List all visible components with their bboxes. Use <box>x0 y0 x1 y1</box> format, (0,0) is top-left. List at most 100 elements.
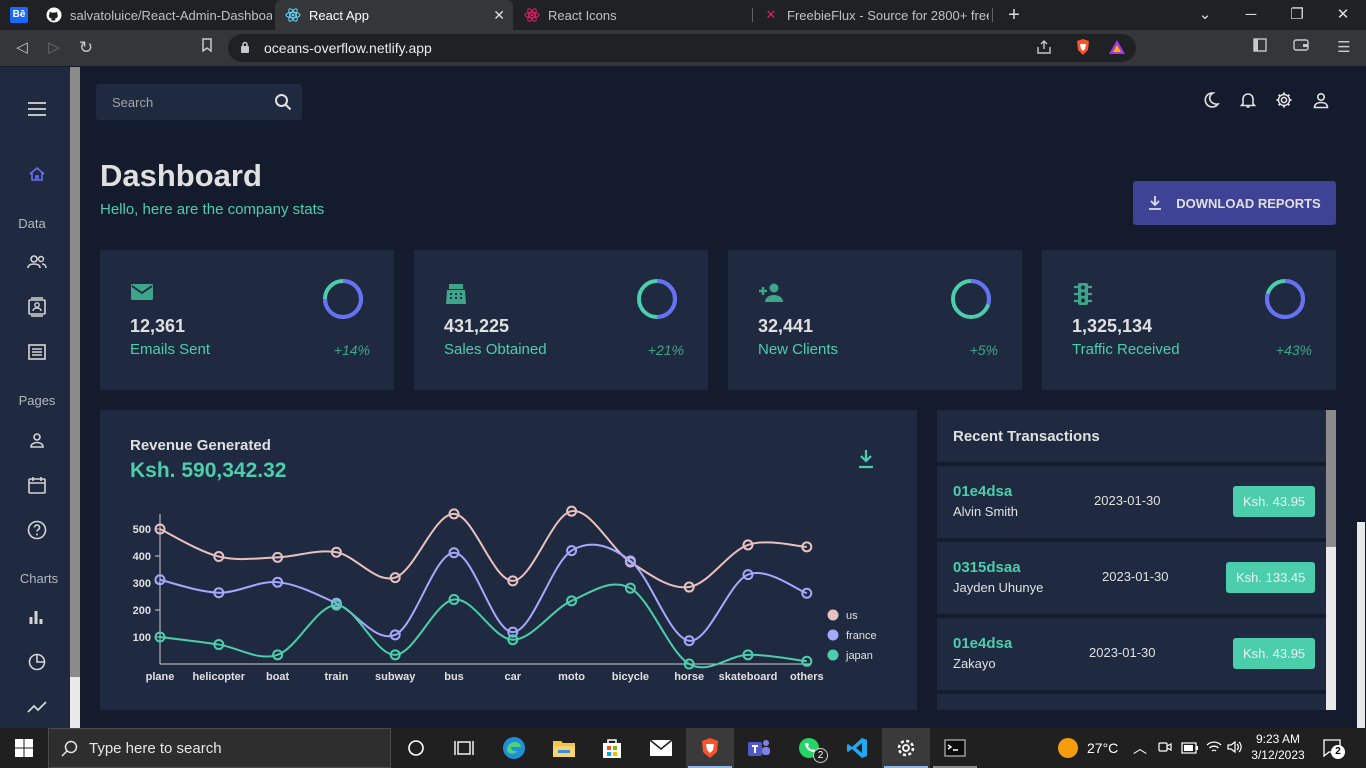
sidebar-scrollbar[interactable] <box>70 67 80 730</box>
transaction-date: 2023-01-30 <box>1094 493 1161 508</box>
x-tick-label: bus <box>444 671 464 683</box>
contacts-icon[interactable] <box>25 295 49 319</box>
minimize-icon[interactable]: ─ <box>1240 4 1262 26</box>
user-icon[interactable] <box>1312 91 1334 113</box>
whatsapp-icon[interactable]: 2 <box>785 728 833 768</box>
transaction-row <box>937 694 1326 710</box>
transaction-row: 01e4dsa Alvin Smith 2023-01-30 Ksh. 43.9… <box>937 466 1326 538</box>
invoices-icon[interactable] <box>25 340 49 364</box>
settings-icon[interactable] <box>1275 91 1297 113</box>
brave-shield-icon[interactable] <box>1075 38 1091 61</box>
mail-icon[interactable] <box>637 728 685 768</box>
notification-center-icon[interactable]: 2 <box>1323 738 1345 763</box>
progress-ring <box>323 279 363 319</box>
windows-start-icon[interactable] <box>0 728 48 768</box>
meet-now-icon[interactable] <box>1158 740 1172 759</box>
calendar-icon[interactable] <box>25 473 49 497</box>
lock-icon <box>240 41 250 59</box>
weather-icon[interactable] <box>1058 738 1078 758</box>
stat-value: 431,225 <box>444 316 510 336</box>
line-chart-icon[interactable] <box>25 695 49 719</box>
x-tick-label: moto <box>558 671 585 683</box>
settings-gear-icon[interactable] <box>882 728 930 768</box>
wallet-icon[interactable] <box>1290 37 1312 59</box>
traffic-icon <box>1072 282 1098 308</box>
cortana-icon[interactable] <box>392 728 440 768</box>
notifications-icon[interactable] <box>1239 91 1261 113</box>
x-tick-label: boat <box>266 671 290 683</box>
taskbar-search[interactable]: Type here to search <box>48 728 391 768</box>
close-tab-icon[interactable]: ✕ <box>493 7 505 24</box>
clock-date: 3/12/2023 <box>1251 748 1305 762</box>
wifi-icon[interactable] <box>1206 740 1222 759</box>
tab-react-icons[interactable]: React Icons <box>514 0 752 30</box>
legend-symbol-france <box>827 629 839 641</box>
restore-icon[interactable]: ❐ <box>1286 4 1308 26</box>
sidebar-scrollbar-thumb[interactable] <box>70 677 80 730</box>
behance-icon[interactable]: Bē <box>10 7 28 23</box>
close-window-icon[interactable]: ✕ <box>1332 4 1354 26</box>
transaction-id: 01e4dsa <box>953 483 1013 500</box>
tab-search-icon[interactable]: ⌄ <box>1194 4 1216 26</box>
page-title: Dashboard <box>100 158 262 193</box>
file-explorer-icon[interactable] <box>540 728 588 768</box>
edge-icon[interactable] <box>490 728 538 768</box>
microsoft-store-icon[interactable] <box>588 728 636 768</box>
new-tab-icon[interactable]: + <box>1003 4 1025 26</box>
transactions-scrollbar-thumb[interactable] <box>1326 547 1336 710</box>
back-icon[interactable]: ◁ <box>11 37 33 59</box>
menu-icon[interactable]: ☰ <box>1333 37 1355 59</box>
legend-label-us: us <box>846 610 858 622</box>
sidebar: Data Pages Charts <box>0 67 70 730</box>
progress-arc <box>656 279 677 319</box>
team-icon[interactable] <box>25 250 49 274</box>
taskbar-clock[interactable]: 9:23 AM 3/12/2023 <box>1243 731 1313 763</box>
download-reports-button[interactable]: DOWNLOAD REPORTS <box>1133 181 1336 225</box>
profile-icon[interactable] <box>25 428 49 452</box>
y-tick-label: 100 <box>133 632 151 644</box>
dark-mode-icon[interactable] <box>1202 91 1224 113</box>
stat-card-emails: 12,361 Emails Sent +14% <box>100 250 394 390</box>
tab-github[interactable]: salvatoluice/React-Admin-Dashboard <box>36 0 272 30</box>
tab-freebieflux[interactable]: ✕ FreebieFlux - Source for 2800+ freebie <box>753 0 989 30</box>
stat-increase: +14% <box>333 342 370 358</box>
help-icon[interactable] <box>25 518 49 542</box>
brave-rewards-icon[interactable] <box>1108 39 1126 60</box>
brave-browser-icon[interactable] <box>686 728 734 768</box>
y-tick-label: 300 <box>133 578 151 590</box>
github-icon <box>46 7 62 23</box>
x-tick-label: train <box>324 671 348 683</box>
tray-chevron-icon[interactable]: ︿ <box>1133 738 1147 758</box>
terminal-icon[interactable] <box>931 728 979 768</box>
browser-tab-bar: Bē salvatoluice/React-Admin-Dashboard Re… <box>0 0 1366 30</box>
battery-icon[interactable] <box>1181 741 1199 759</box>
pie-chart-icon[interactable] <box>25 650 49 674</box>
x-tick-label: bicycle <box>612 671 649 683</box>
sidebar-toggle-icon[interactable] <box>1249 37 1271 59</box>
tab-react-app[interactable]: React App ✕ <box>275 0 513 30</box>
stat-card-sales: 431,225 Sales Obtained +21% <box>414 250 708 390</box>
teams-icon[interactable] <box>735 728 783 768</box>
home-icon[interactable] <box>25 162 49 186</box>
bar-chart-icon[interactable] <box>25 605 49 629</box>
bookmark-icon[interactable] <box>196 37 218 59</box>
transaction-cost-badge: Ksh. 43.95 <box>1233 486 1316 517</box>
progress-ring <box>637 279 677 319</box>
address-bar[interactable]: oceans-overflow.netlify.app <box>228 34 1136 62</box>
reload-icon[interactable]: ↻ <box>75 37 97 59</box>
vscode-icon[interactable] <box>833 728 881 768</box>
search-input[interactable] <box>96 84 266 120</box>
transaction-cost-badge: Ksh. 43.95 <box>1233 638 1316 669</box>
sidebar-section-charts: Charts <box>19 571 59 586</box>
search-icon[interactable] <box>274 93 292 116</box>
hamburger-menu-icon[interactable] <box>25 97 49 121</box>
share-icon[interactable] <box>1036 39 1053 60</box>
forward-icon[interactable]: ▷ <box>43 37 65 59</box>
page-scrollbar-thumb[interactable] <box>1357 522 1365 730</box>
volume-icon[interactable] <box>1227 740 1243 759</box>
legend-symbol-us <box>827 609 839 621</box>
weather-temperature[interactable]: 27°C <box>1087 740 1118 756</box>
task-view-icon[interactable] <box>440 728 488 768</box>
x-tick-label: car <box>505 671 522 683</box>
transaction-id: 01e4dsa <box>953 635 1013 652</box>
